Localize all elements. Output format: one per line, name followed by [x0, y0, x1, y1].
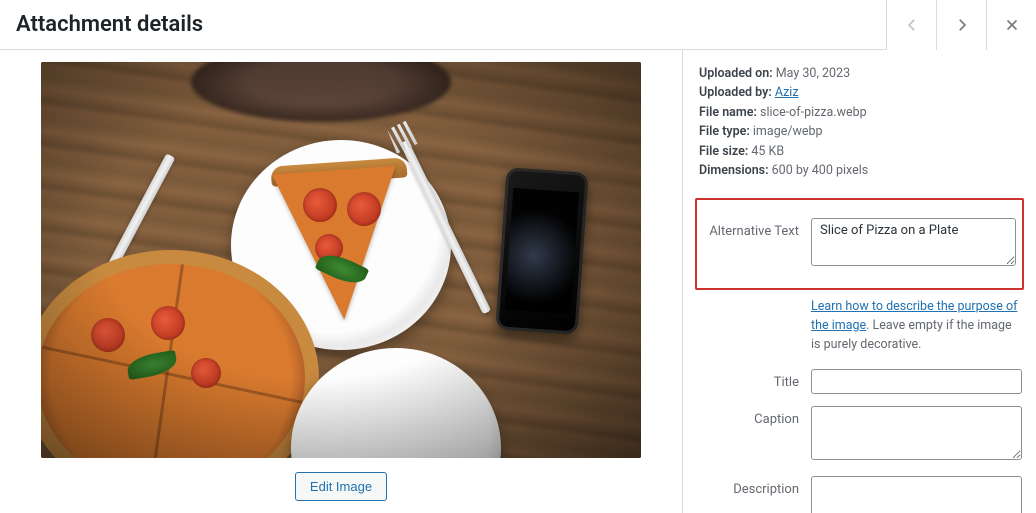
file-name-value: slice-of-pizza.webp	[760, 105, 867, 120]
details-sidebar: Uploaded on: May 30, 2023 Uploaded by: A…	[682, 50, 1036, 513]
attachment-image	[41, 62, 641, 458]
uploaded-by-link[interactable]: Aziz	[775, 85, 799, 100]
title-input[interactable]	[811, 369, 1022, 394]
page-title: Attachment details	[0, 12, 219, 37]
uploaded-by-label: Uploaded by:	[699, 85, 772, 100]
header-actions	[886, 0, 1036, 49]
chevron-right-icon	[953, 16, 971, 34]
alt-text-label: Alternative Text	[699, 218, 811, 239]
edit-image-button[interactable]: Edit Image	[295, 472, 387, 501]
description-row: Description	[699, 476, 1022, 513]
attachment-meta: Uploaded on: May 30, 2023 Uploaded by: A…	[699, 64, 1022, 180]
caption-input[interactable]	[811, 406, 1022, 460]
title-label: Title	[699, 369, 811, 390]
description-label: Description	[699, 476, 811, 497]
close-button[interactable]	[986, 0, 1036, 50]
uploaded-on-label: Uploaded on:	[699, 66, 773, 81]
alt-text-row: Alternative Text Slice of Pizza on a Pla…	[695, 198, 1024, 290]
caption-row: Caption	[699, 406, 1022, 464]
title-row: Title	[699, 369, 1022, 394]
chevron-left-icon	[903, 16, 921, 34]
file-type-label: File type:	[699, 124, 750, 139]
close-icon	[1003, 16, 1021, 34]
media-preview-column: Edit Image	[0, 50, 682, 513]
file-size-label: File size:	[699, 144, 748, 159]
prev-button[interactable]	[886, 0, 936, 50]
caption-label: Caption	[699, 406, 811, 427]
alt-text-input[interactable]: Slice of Pizza on a Plate	[811, 218, 1016, 266]
uploaded-on-value: May 30, 2023	[776, 66, 850, 81]
description-input[interactable]	[811, 476, 1022, 513]
file-name-label: File name:	[699, 105, 757, 120]
dimensions-label: Dimensions:	[699, 163, 769, 178]
file-type-value: image/webp	[753, 124, 823, 139]
next-button[interactable]	[936, 0, 986, 50]
alt-text-help: Learn how to describe the purpose of the…	[811, 298, 1022, 354]
file-size-value: 45 KB	[751, 144, 784, 159]
modal-header: Attachment details	[0, 0, 1036, 50]
dimensions-value: 600 by 400 pixels	[772, 163, 869, 178]
